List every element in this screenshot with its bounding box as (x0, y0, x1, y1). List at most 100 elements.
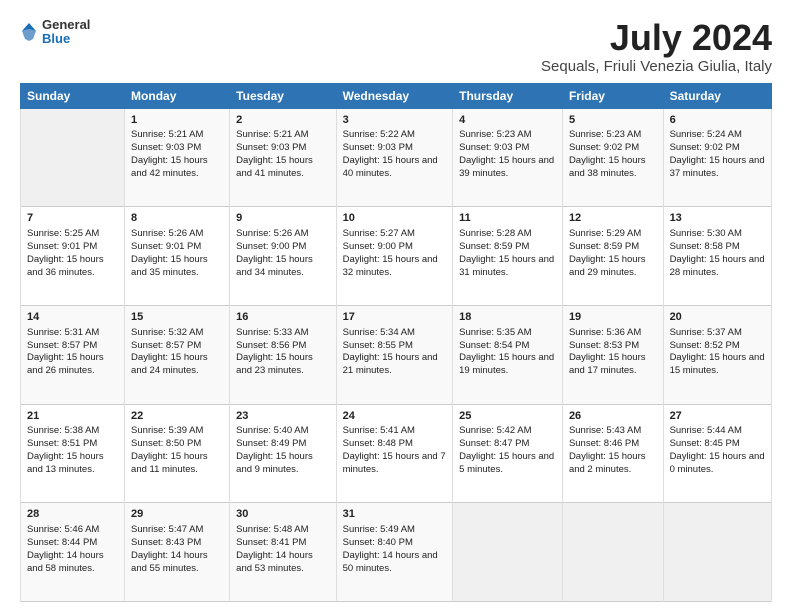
calendar-cell: 22Sunrise: 5:39 AMSunset: 8:50 PMDayligh… (125, 404, 230, 503)
calendar-cell: 12Sunrise: 5:29 AMSunset: 8:59 PMDayligh… (562, 207, 663, 306)
day-number: 10 (343, 211, 447, 226)
cell-info: Sunrise: 5:21 AM (236, 129, 329, 142)
day-number: 23 (236, 409, 329, 424)
day-number: 13 (670, 211, 765, 226)
cell-info: Daylight: 15 hours and 0 minutes. (670, 451, 765, 477)
calendar-week-row: 21Sunrise: 5:38 AMSunset: 8:51 PMDayligh… (21, 404, 772, 503)
cell-info: Sunset: 8:44 PM (27, 537, 118, 550)
calendar-week-row: 14Sunrise: 5:31 AMSunset: 8:57 PMDayligh… (21, 305, 772, 404)
cell-info: Sunset: 8:43 PM (131, 537, 223, 550)
day-number: 29 (131, 507, 223, 522)
calendar-cell: 28Sunrise: 5:46 AMSunset: 8:44 PMDayligh… (21, 503, 125, 602)
cell-info: Sunset: 8:57 PM (27, 340, 118, 353)
cell-info: Sunset: 8:55 PM (343, 340, 447, 353)
calendar-week-row: 7Sunrise: 5:25 AMSunset: 9:01 PMDaylight… (21, 207, 772, 306)
day-header: Thursday (453, 83, 563, 108)
cell-info: Sunset: 8:41 PM (236, 537, 329, 550)
cell-info: Sunrise: 5:34 AM (343, 327, 447, 340)
day-number: 25 (459, 409, 556, 424)
calendar-cell: 29Sunrise: 5:47 AMSunset: 8:43 PMDayligh… (125, 503, 230, 602)
day-number: 2 (236, 113, 329, 128)
cell-info: Daylight: 15 hours and 32 minutes. (343, 254, 447, 280)
cell-info: Sunrise: 5:26 AM (131, 228, 223, 241)
calendar-cell: 18 Sunrise: 5:35 AMSunset: 8:54 PMDayligh… (453, 305, 563, 404)
logo-text: General Blue (42, 18, 90, 47)
logo: General Blue (20, 18, 90, 47)
calendar-cell: 24Sunrise: 5:41 AMSunset: 8:48 PMDayligh… (336, 404, 453, 503)
calendar-cell: 16Sunrise: 5:33 AMSunset: 8:56 PMDayligh… (230, 305, 336, 404)
cell-info: Sunrise: 5:46 AM (27, 524, 118, 537)
calendar-cell (562, 503, 663, 602)
cell-info: Daylight: 15 hours and 7 minutes. (343, 451, 447, 477)
day-header: Wednesday (336, 83, 453, 108)
cell-info: Sunrise: 5:25 AM (27, 228, 118, 241)
day-number: 3 (343, 113, 447, 128)
cell-info: Daylight: 15 hours and 36 minutes. (27, 254, 118, 280)
day-number: 5 (569, 113, 657, 128)
day-number: 8 (131, 211, 223, 226)
cell-info: Sunset: 8:40 PM (343, 537, 447, 550)
cell-info: Sunset: 8:47 PM (459, 438, 556, 451)
cell-info: Sunrise: 5:38 AM (27, 425, 118, 438)
calendar-cell: 17Sunrise: 5:34 AMSunset: 8:55 PMDayligh… (336, 305, 453, 404)
cell-info: Sunrise: 5:48 AM (236, 524, 329, 537)
calendar-cell: 23Sunrise: 5:40 AMSunset: 8:49 PMDayligh… (230, 404, 336, 503)
cell-info: Sunset: 9:00 PM (343, 241, 447, 254)
cell-info: Daylight: 15 hours and 37 minutes. (670, 155, 765, 181)
subtitle: Sequals, Friuli Venezia Giulia, Italy (541, 58, 772, 75)
calendar-cell: 9Sunrise: 5:26 AMSunset: 9:00 PMDaylight… (230, 207, 336, 306)
cell-info: Sunset: 8:57 PM (131, 340, 223, 353)
cell-info: Sunrise: 5:27 AM (343, 228, 447, 241)
calendar-cell: 15Sunrise: 5:32 AMSunset: 8:57 PMDayligh… (125, 305, 230, 404)
title-block: July 2024 Sequals, Friuli Venezia Giulia… (541, 18, 772, 75)
cell-info: Sunset: 9:01 PM (27, 241, 118, 254)
cell-info: Daylight: 14 hours and 50 minutes. (343, 550, 447, 576)
cell-info: Daylight: 15 hours and 11 minutes. (131, 451, 223, 477)
cell-info: Sunrise: 5:40 AM (236, 425, 329, 438)
calendar-cell: 11Sunrise: 5:28 AMSunset: 8:59 PMDayligh… (453, 207, 563, 306)
calendar-cell: 26Sunrise: 5:43 AMSunset: 8:46 PMDayligh… (562, 404, 663, 503)
cell-info: Sunset: 9:03 PM (459, 142, 556, 155)
cell-info: Sunrise: 5:43 AM (569, 425, 657, 438)
cell-info: Daylight: 15 hours and 31 minutes. (459, 254, 556, 280)
calendar-cell: 10 Sunrise: 5:27 AMSunset: 9:00 PMDayligh… (336, 207, 453, 306)
day-number: 6 (670, 113, 765, 128)
day-header: Tuesday (230, 83, 336, 108)
calendar-cell: 21Sunrise: 5:38 AMSunset: 8:51 PMDayligh… (21, 404, 125, 503)
cell-info: Sunrise: 5:33 AM (236, 327, 329, 340)
cell-info: Sunset: 8:54 PM (459, 340, 556, 353)
cell-info: Sunset: 8:49 PM (236, 438, 329, 451)
cell-info: Daylight: 15 hours and 39 minutes. (459, 155, 556, 181)
cell-info: Daylight: 15 hours and 17 minutes. (569, 352, 657, 378)
cell-info: Daylight: 15 hours and 28 minutes. (670, 254, 765, 280)
calendar-cell (21, 108, 125, 207)
calendar-cell: 30Sunrise: 5:48 AMSunset: 8:41 PMDayligh… (230, 503, 336, 602)
cell-info: Daylight: 15 hours and 13 minutes. (27, 451, 118, 477)
cell-info: Sunset: 8:58 PM (670, 241, 765, 254)
cell-info: Sunset: 8:56 PM (236, 340, 329, 353)
cell-info: Sunset: 9:02 PM (569, 142, 657, 155)
calendar-cell (453, 503, 563, 602)
day-header: Saturday (663, 83, 771, 108)
day-number: 24 (343, 409, 447, 424)
cell-info: Sunrise: 5:49 AM (343, 524, 447, 537)
cell-info: Daylight: 15 hours and 35 minutes. (131, 254, 223, 280)
logo-icon (20, 21, 38, 43)
cell-info: Sunrise: 5:35 AM (459, 327, 556, 340)
day-number: 27 (670, 409, 765, 424)
calendar-page: General Blue July 2024 Sequals, Friuli V… (0, 0, 792, 612)
cell-info: Sunrise: 5:22 AM (343, 129, 447, 142)
calendar-cell: 25Sunrise: 5:42 AMSunset: 8:47 PMDayligh… (453, 404, 563, 503)
cell-info: Daylight: 14 hours and 58 minutes. (27, 550, 118, 576)
cell-info: Sunrise: 5:23 AM (459, 129, 556, 142)
cell-info: Sunset: 8:50 PM (131, 438, 223, 451)
calendar-week-row: 1Sunrise: 5:21 AMSunset: 9:03 PMDaylight… (21, 108, 772, 207)
cell-info: Sunset: 9:00 PM (236, 241, 329, 254)
cell-info: Daylight: 15 hours and 19 minutes. (459, 352, 556, 378)
day-number: 18 (459, 310, 556, 325)
cell-info: Sunset: 9:03 PM (343, 142, 447, 155)
calendar-table: SundayMondayTuesdayWednesdayThursdayFrid… (20, 83, 772, 602)
cell-info: Daylight: 15 hours and 2 minutes. (569, 451, 657, 477)
day-number: 21 (27, 409, 118, 424)
day-number: 17 (343, 310, 447, 325)
